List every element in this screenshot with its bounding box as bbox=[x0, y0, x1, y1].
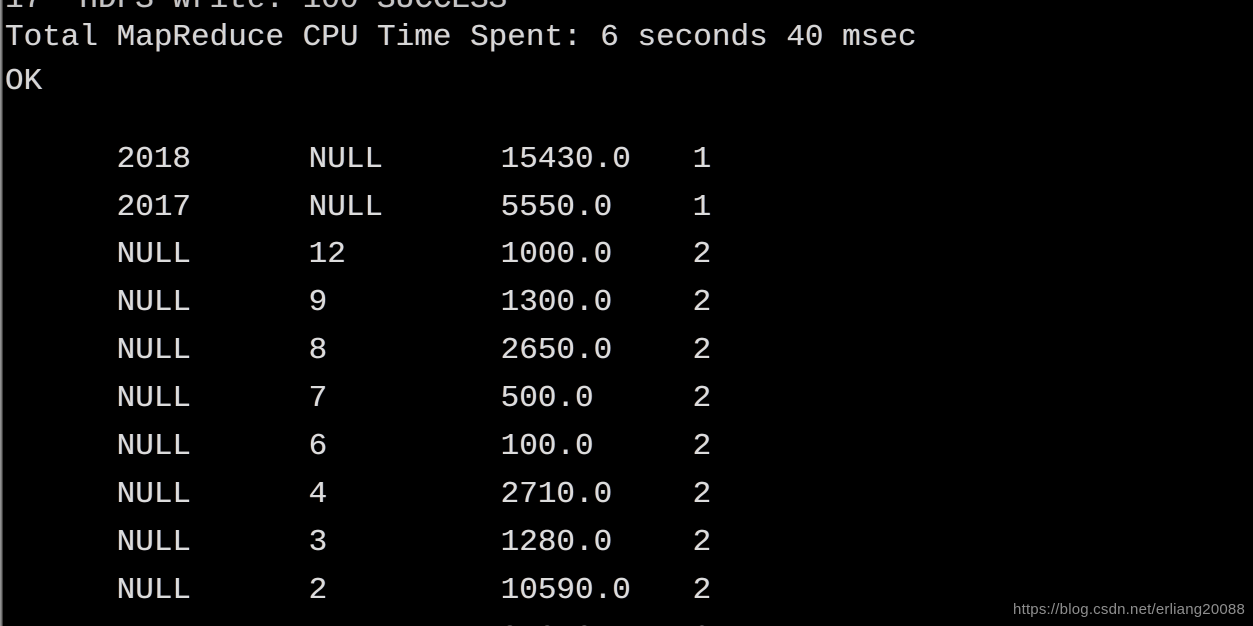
table-row: NULL1850.02 bbox=[5, 591, 789, 626]
cpu-time-line: Total MapReduce CPU Time Spent: 6 second… bbox=[5, 20, 917, 55]
terminal-window[interactable]: 17 HDFS Write: 100 SUCCESS Total MapRedu… bbox=[0, 0, 1253, 626]
clipped-status-line: 17 HDFS Write: 100 SUCCESS bbox=[5, 0, 507, 16]
window-left-border bbox=[0, 0, 3, 626]
ok-line: OK bbox=[5, 64, 43, 99]
watermark: https://blog.csdn.net/erliang20088 bbox=[1013, 601, 1245, 618]
